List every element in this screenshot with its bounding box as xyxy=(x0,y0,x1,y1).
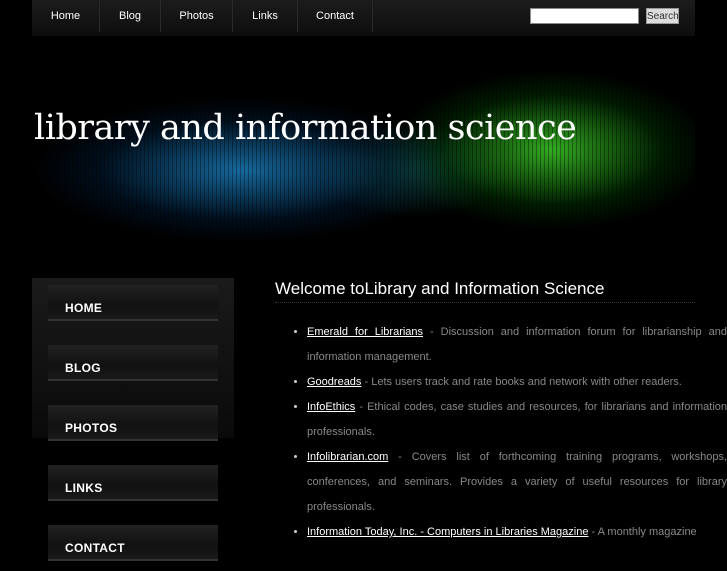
sidebar-item-label[interactable]: BLOG xyxy=(65,345,101,391)
sidebar-item-photos[interactable]: PHOTOS xyxy=(48,405,218,441)
resource-description: - Ethical codes, case studies and resour… xyxy=(307,401,727,438)
search-button[interactable]: Search xyxy=(646,8,679,24)
resource-link[interactable]: InfoEthics xyxy=(307,401,355,413)
resource-link[interactable]: Infolibrarian.com xyxy=(307,451,388,463)
sidebar-item-blog[interactable]: BLOG xyxy=(48,345,218,381)
page-heading: Welcome toLibrary and Information Scienc… xyxy=(275,278,695,303)
header-banner: library and information science xyxy=(32,60,695,240)
nav-home-link[interactable]: Home xyxy=(32,0,100,32)
list-item: Infolibrarian.com - Covers list of forth… xyxy=(307,445,727,520)
resource-link[interactable]: Emerald for Librarians xyxy=(307,326,423,338)
sidebar-item-label[interactable]: HOME xyxy=(65,285,102,331)
resource-description: - A monthly magazine xyxy=(588,526,697,538)
list-item: Information Today, Inc. - Computers in L… xyxy=(307,520,727,545)
search-input[interactable] xyxy=(530,8,639,24)
sidebar-item-label[interactable]: LINKS xyxy=(65,465,103,511)
nav-photos-link[interactable]: Photos xyxy=(161,0,233,32)
top-navigation-bar: Home Blog Photos Links Contact Search xyxy=(32,0,695,36)
sidebar-item-contact[interactable]: CONTACT xyxy=(48,525,218,561)
sidebar-item-home[interactable]: HOME xyxy=(48,285,218,321)
nav-contact-link[interactable]: Contact xyxy=(298,0,373,32)
resource-link[interactable]: Information Today, Inc. - Computers in L… xyxy=(307,526,588,538)
list-item: Goodreads - Lets users track and rate bo… xyxy=(307,370,727,395)
nav-links-link[interactable]: Links xyxy=(233,0,298,32)
sidebar-item-label[interactable]: CONTACT xyxy=(65,525,125,571)
resource-link-list: Emerald for Librarians - Discussion and … xyxy=(275,320,727,545)
main-nav: Home Blog Photos Links Contact xyxy=(32,0,373,32)
nav-blog-link[interactable]: Blog xyxy=(100,0,161,32)
site-title: library and information science xyxy=(34,108,577,148)
list-item: Emerald for Librarians - Discussion and … xyxy=(307,320,727,370)
resource-link[interactable]: Goodreads xyxy=(307,376,361,388)
sidebar-item-links[interactable]: LINKS xyxy=(48,465,218,501)
resource-description: - Lets users track and rate books and ne… xyxy=(361,376,682,388)
list-item: InfoEthics - Ethical codes, case studies… xyxy=(307,395,727,445)
sidebar-item-label[interactable]: PHOTOS xyxy=(65,405,117,451)
